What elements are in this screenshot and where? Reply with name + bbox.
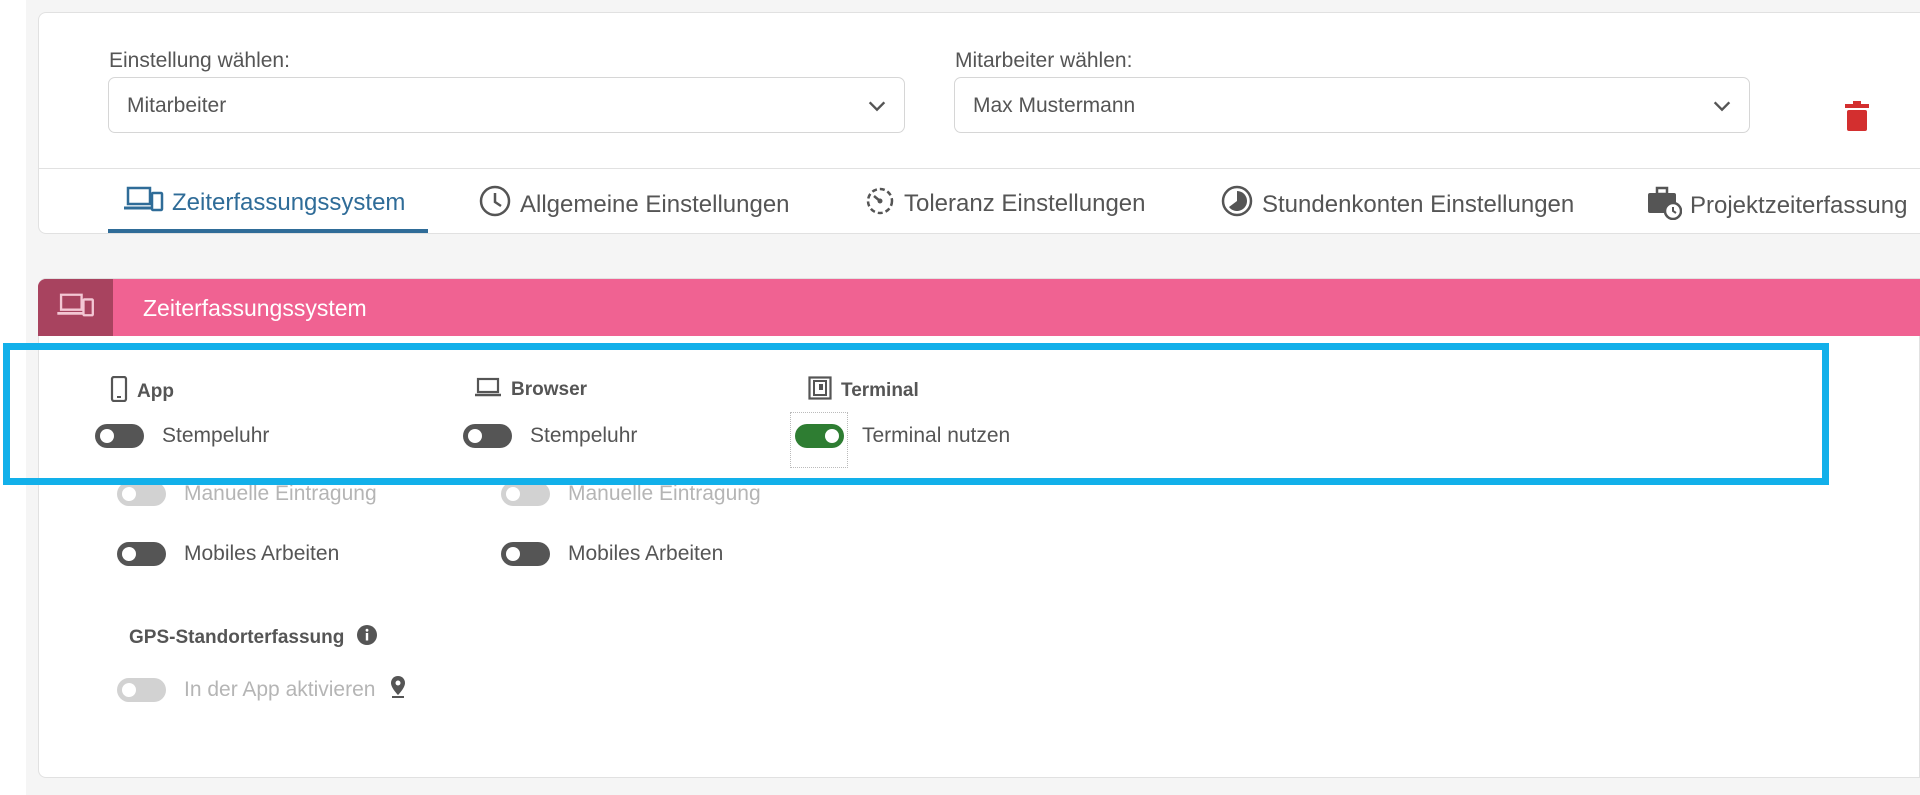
gps-heading-label: GPS-Standorterfassung bbox=[129, 627, 345, 648]
toggle-label: In der App aktivieren bbox=[184, 678, 376, 701]
tab-label: Zeiterfassungssystem bbox=[172, 188, 406, 216]
pie-clock-icon bbox=[1220, 184, 1254, 225]
employee-select-label: Mitarbeiter wählen: bbox=[955, 49, 1133, 72]
devices-icon bbox=[56, 291, 95, 324]
browser-manual-entry-row: Manuelle Eintragung bbox=[501, 482, 761, 506]
employee-select-value: Max Mustermann bbox=[973, 94, 1136, 117]
setting-select-label: Einstellung wählen: bbox=[109, 49, 290, 72]
chevron-down-icon bbox=[866, 95, 888, 122]
location-pin-icon bbox=[389, 675, 407, 705]
chevron-down-icon bbox=[1711, 95, 1733, 122]
section-title: Zeiterfassungssystem bbox=[143, 295, 367, 321]
gps-row: In der App aktivieren bbox=[117, 675, 407, 705]
clock-icon bbox=[478, 184, 512, 225]
setting-select-value: Mitarbeiter bbox=[127, 94, 227, 117]
timer-icon bbox=[864, 184, 896, 223]
tabs-divider bbox=[39, 168, 1920, 169]
briefcase-clock-icon bbox=[1646, 184, 1683, 227]
tab-label: Stundenkonten Einstellungen bbox=[1262, 190, 1575, 218]
setting-select[interactable]: Mitarbeiter bbox=[108, 77, 905, 133]
devices-icon bbox=[124, 184, 164, 221]
tab-label: Toleranz Einstellungen bbox=[904, 189, 1146, 217]
section-header: Zeiterfassungssystem bbox=[38, 279, 1920, 336]
browser-manual-entry-toggle[interactable] bbox=[501, 482, 550, 506]
tab-label: Allgemeine Einstellungen bbox=[520, 190, 790, 218]
gps-toggle[interactable] bbox=[117, 678, 166, 702]
tab-label: Projektzeiterfassung bbox=[1690, 191, 1908, 219]
app-mobile-work-toggle[interactable] bbox=[117, 542, 166, 566]
tab-zeiterfassungssystem[interactable]: Zeiterfassungssystem bbox=[124, 184, 405, 221]
app-mobile-work-row: Mobiles Arbeiten bbox=[117, 542, 339, 566]
gps-heading: GPS-Standorterfassung bbox=[129, 624, 378, 652]
toggle-label: Manuelle Eintragung bbox=[184, 482, 377, 505]
tab-projektzeiterfassung[interactable]: Projektzeiterfassung bbox=[1646, 184, 1907, 227]
employee-select[interactable]: Max Mustermann bbox=[954, 77, 1750, 133]
toggle-label: Mobiles Arbeiten bbox=[568, 542, 724, 565]
tab-stundenkonten-einstellungen[interactable]: Stundenkonten Einstellungen bbox=[1220, 184, 1574, 225]
active-tab-indicator bbox=[108, 229, 428, 233]
browser-mobile-work-row: Mobiles Arbeiten bbox=[501, 542, 723, 566]
toggle-label: Manuelle Eintragung bbox=[568, 482, 761, 505]
tab-allgemeine-einstellungen[interactable]: Allgemeine Einstellungen bbox=[478, 184, 790, 225]
browser-mobile-work-toggle[interactable] bbox=[501, 542, 550, 566]
app-manual-entry-toggle[interactable] bbox=[117, 482, 166, 506]
highlight-frame bbox=[3, 343, 1829, 485]
trash-icon[interactable] bbox=[1845, 101, 1869, 136]
toggle-label: Mobiles Arbeiten bbox=[184, 542, 340, 565]
info-icon[interactable] bbox=[356, 624, 378, 652]
app-manual-entry-row: Manuelle Eintragung bbox=[117, 482, 377, 506]
section-icon-box bbox=[38, 279, 113, 336]
tab-toleranz-einstellungen[interactable]: Toleranz Einstellungen bbox=[864, 184, 1146, 223]
